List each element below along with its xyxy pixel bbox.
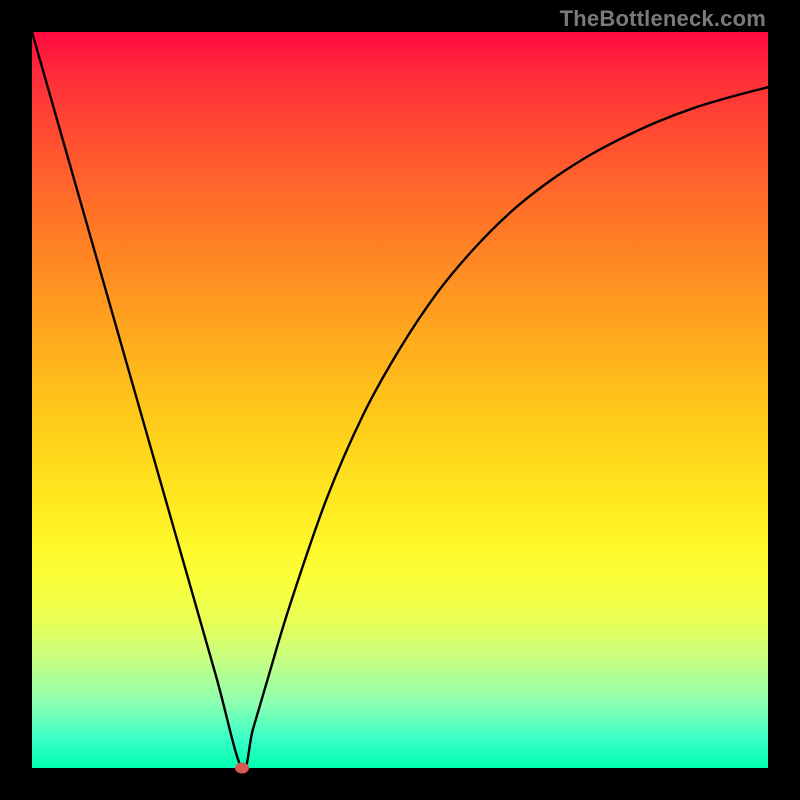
bottleneck-curve-path: [32, 32, 768, 768]
bottleneck-curve: [32, 32, 768, 768]
chart-plot-area: [32, 32, 768, 768]
chart-frame: TheBottleneck.com: [0, 0, 800, 800]
minimum-marker-icon: [235, 763, 249, 774]
watermark-text: TheBottleneck.com: [560, 6, 766, 32]
